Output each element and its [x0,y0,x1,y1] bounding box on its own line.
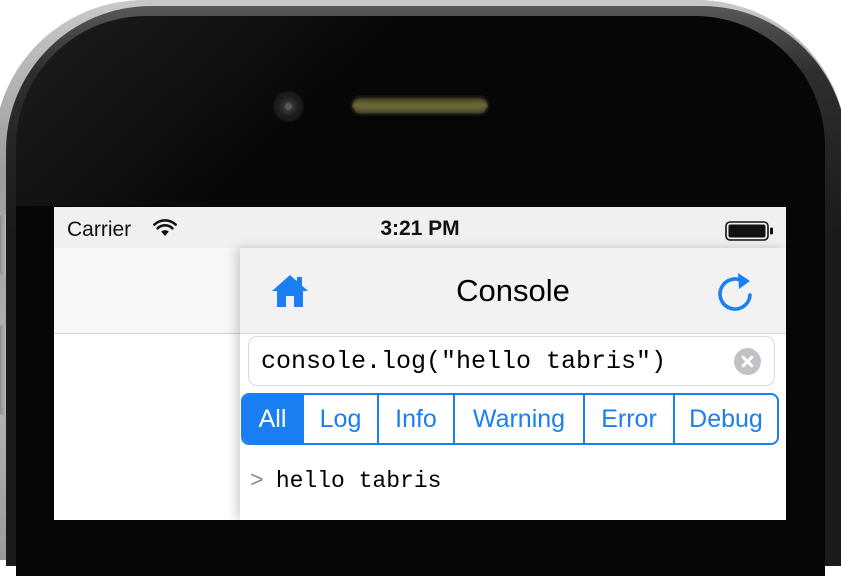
page-title: Console [456,273,570,308]
battery-icon [725,221,775,246]
clear-icon[interactable] [734,348,761,375]
command-input[interactable] [261,344,726,378]
console-navbar: Console [240,248,786,334]
filter-error[interactable]: Error [585,395,675,443]
command-input-box[interactable] [248,336,775,386]
filter-info[interactable]: Info [379,395,455,443]
filter-all[interactable]: All [243,395,304,443]
log-level-filter: All Log Info Warning Error Debug [241,393,779,445]
log-prompt: > [250,468,264,494]
front-camera [275,93,302,120]
filter-warning[interactable]: Warning [455,395,585,443]
filter-log[interactable]: Log [304,395,379,443]
log-entry: > hello tabris [250,468,441,494]
status-time: 3:21 PM [380,217,460,240]
device-screen: Carrier 3:21 PM Console console.log("hel… [54,207,786,520]
background-navbar [54,248,244,334]
status-bar: Carrier 3:21 PM [54,207,786,251]
refresh-icon[interactable] [714,269,758,320]
background-page [54,248,244,520]
console-panel: Console All Log Info Warning Error Debug… [240,248,786,520]
log-text: hello tabris [275,468,442,494]
earpiece-speaker [352,97,488,114]
filter-debug[interactable]: Debug [675,395,777,443]
